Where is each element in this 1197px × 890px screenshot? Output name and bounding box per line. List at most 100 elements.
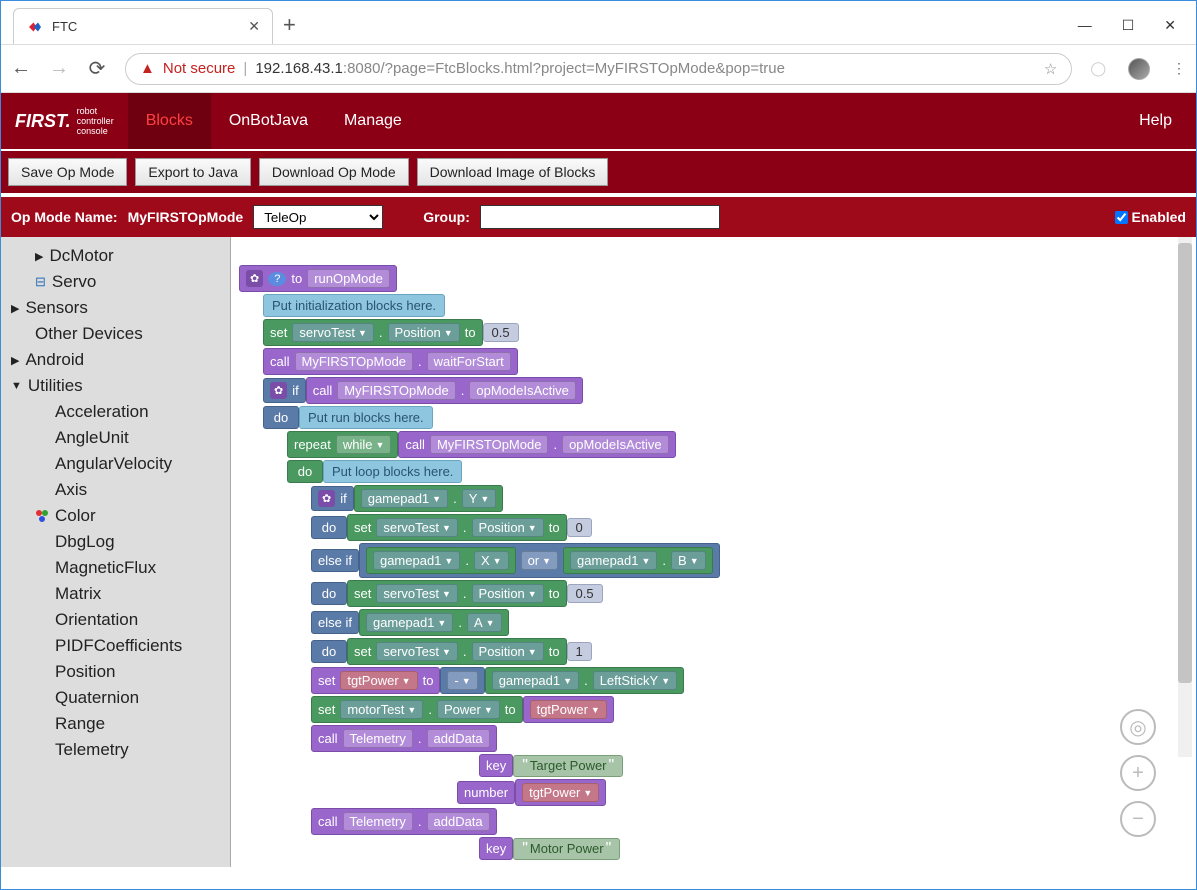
nav-manage[interactable]: Manage (326, 93, 420, 149)
zoom-in-button[interactable]: + (1120, 755, 1156, 791)
sidebar-range[interactable]: Range (1, 711, 230, 737)
block-gamepad-y[interactable]: gamepad1▼. Y▼ (354, 485, 504, 512)
sidebar-utilities[interactable]: ▼Utilities (1, 373, 230, 399)
enabled-checkbox[interactable] (1115, 211, 1128, 224)
block-elseif-a[interactable]: else if (311, 611, 359, 634)
key-label2: key (479, 837, 513, 860)
block-tgtpower-var2[interactable]: tgtPower▼ (515, 779, 606, 806)
sidebar-position[interactable]: Position (1, 659, 230, 685)
opmode-type-select[interactable]: TeleOp (253, 205, 383, 229)
close-window-icon[interactable]: ✕ (1164, 17, 1176, 34)
gear-icon[interactable]: ✿ (318, 490, 335, 507)
sidebar-angularvelocity[interactable]: AngularVelocity (1, 451, 230, 477)
block-repeat-while[interactable]: repeat while▼ (287, 431, 398, 458)
star-icon[interactable]: ☆ (1044, 60, 1057, 78)
value-0.5b[interactable]: 0.5 (567, 584, 603, 603)
forward-button: → (49, 57, 69, 80)
center-button[interactable]: ◎ (1120, 709, 1156, 745)
sidebar-dcmotor[interactable]: ▶DcMotor (1, 243, 230, 269)
block-if-opmodeactive[interactable]: ✿ if (263, 378, 306, 403)
gear-icon[interactable]: ✿ (270, 382, 287, 399)
sidebar-android[interactable]: ▶Android (1, 347, 230, 373)
new-tab-button[interactable]: + (283, 12, 296, 44)
sidebar-sensors[interactable]: ▶Sensors (1, 295, 230, 321)
menu-icon[interactable]: ⋮ (1172, 60, 1186, 77)
sidebar-orientation[interactable]: Orientation (1, 607, 230, 633)
download-button[interactable]: Download Op Mode (259, 158, 409, 186)
block-call-opmodeactive2[interactable]: call MyFIRSTOpMode. opModeIsActive (398, 431, 675, 458)
toolbar: Save Op Mode Export to Java Download Op … (1, 149, 1196, 193)
value-0.5[interactable]: 0.5 (483, 323, 519, 342)
value-motor-power[interactable]: Motor Power (513, 838, 620, 860)
sidebar-quaternion[interactable]: Quaternion (1, 685, 230, 711)
app-header: FIRST. robot controller console Blocks O… (1, 93, 1196, 149)
zoom-out-button[interactable]: − (1120, 801, 1156, 837)
block-telemetry-adddata2[interactable]: call Telemetry. addData (311, 808, 497, 835)
download-image-button[interactable]: Download Image of Blocks (417, 158, 609, 186)
block-negate[interactable]: -▼ (440, 667, 484, 694)
nav-help[interactable]: Help (1139, 112, 1196, 130)
block-set-servo-05[interactable]: set servoTest▼. Position▼ to (347, 580, 567, 607)
sidebar-servo[interactable]: ⊟Servo (1, 269, 230, 295)
minimize-icon[interactable]: — (1078, 17, 1092, 34)
value-1[interactable]: 1 (567, 642, 592, 661)
export-button[interactable]: Export to Java (135, 158, 251, 186)
nav-onbotjava[interactable]: OnBotJava (211, 93, 326, 149)
url-field[interactable]: ▲ Not secure | 192.168.43.1:8080/?page=F… (125, 53, 1072, 85)
loading-icon: ◯ (1090, 60, 1106, 77)
help-icon[interactable]: ? (268, 272, 286, 286)
sidebar-axis[interactable]: Axis (1, 477, 230, 503)
block-gamepad-lefty[interactable]: gamepad1▼. LeftStickY▼ (485, 667, 684, 694)
block-telemetry-adddata1[interactable]: call Telemetry. addData (311, 725, 497, 752)
opmode-name-label: Op Mode Name: (11, 209, 118, 225)
block-call-waitforstart[interactable]: call MyFIRSTOpMode. waitForStart (263, 348, 518, 375)
sidebar-color[interactable]: Color (1, 503, 230, 529)
sidebar-acceleration[interactable]: Acceleration (1, 399, 230, 425)
sidebar-magneticflux[interactable]: MagneticFlux (1, 555, 230, 581)
save-button[interactable]: Save Op Mode (8, 158, 127, 186)
browser-titlebar: FTC ✕ + — ☐ ✕ (1, 1, 1196, 45)
sidebar-other[interactable]: Other Devices (1, 321, 230, 347)
block-gamepad-a[interactable]: gamepad1▼. A▼ (359, 609, 509, 636)
browser-tab[interactable]: FTC ✕ (13, 8, 273, 44)
workspace: ▶DcMotor ⊟Servo ▶Sensors Other Devices ▶… (1, 237, 1196, 867)
sidebar-dbglog[interactable]: DbgLog (1, 529, 230, 555)
sidebar-pidf[interactable]: PIDFCoefficients (1, 633, 230, 659)
comment-loop[interactable]: Put loop blocks here. (323, 460, 462, 483)
block-elseif-xb[interactable]: else if (311, 549, 359, 572)
blocks-canvas[interactable]: ✿ ? to runOpMode Put initialization bloc… (231, 237, 1196, 867)
url-bar: ← → ⟳ ▲ Not secure | 192.168.43.1:8080/?… (1, 45, 1196, 93)
block-set-servo-0[interactable]: set servoTest▼. Position▼ to (347, 514, 567, 541)
maximize-icon[interactable]: ☐ (1122, 17, 1135, 34)
number-label: number (457, 781, 515, 804)
nav-blocks[interactable]: Blocks (128, 93, 211, 149)
value-0[interactable]: 0 (567, 518, 592, 537)
close-tab-icon[interactable]: ✕ (248, 18, 260, 35)
sidebar: ▶DcMotor ⊟Servo ▶Sensors Other Devices ▶… (1, 237, 231, 867)
block-call-opmodeactive[interactable]: call MyFIRSTOpMode. opModeIsActive (306, 377, 583, 404)
zoom-controls: ◎ + − (1120, 709, 1156, 837)
comment-run[interactable]: Put run blocks here. (299, 406, 433, 429)
profile-avatar[interactable] (1128, 58, 1150, 80)
block-set-motor-power[interactable]: set motorTest▼. Power▼ to (311, 696, 523, 723)
gear-icon[interactable]: ✿ (246, 270, 263, 287)
sidebar-angleunit[interactable]: AngleUnit (1, 425, 230, 451)
reload-button[interactable]: ⟳ (87, 56, 107, 81)
block-runopmode[interactable]: ✿ ? to runOpMode (239, 265, 397, 292)
color-icon (35, 509, 49, 523)
block-if-y[interactable]: ✿ if (311, 486, 354, 511)
group-input[interactable] (480, 205, 720, 229)
logo: FIRST. robot controller console (1, 106, 128, 136)
block-set-servo-1[interactable]: set servoTest▼. Position▼ to (347, 638, 567, 665)
enabled-toggle[interactable]: Enabled (1115, 209, 1186, 225)
sidebar-telemetry[interactable]: Telemetry (1, 737, 230, 763)
block-set-servo-pos[interactable]: set servoTest▼. Position▼ to (263, 319, 483, 346)
scrollbar-thumb[interactable] (1178, 243, 1192, 683)
block-tgtpower-var[interactable]: tgtPower▼ (523, 696, 614, 723)
sidebar-matrix[interactable]: Matrix (1, 581, 230, 607)
back-button[interactable]: ← (11, 57, 31, 80)
comment-init[interactable]: Put initialization blocks here. (263, 294, 445, 317)
block-or[interactable]: gamepad1▼.X▼ or▼ gamepad1▼.B▼ (359, 543, 720, 578)
block-set-tgtpower[interactable]: set tgtPower▼ to (311, 667, 440, 694)
value-target-power[interactable]: Target Power (513, 755, 623, 777)
